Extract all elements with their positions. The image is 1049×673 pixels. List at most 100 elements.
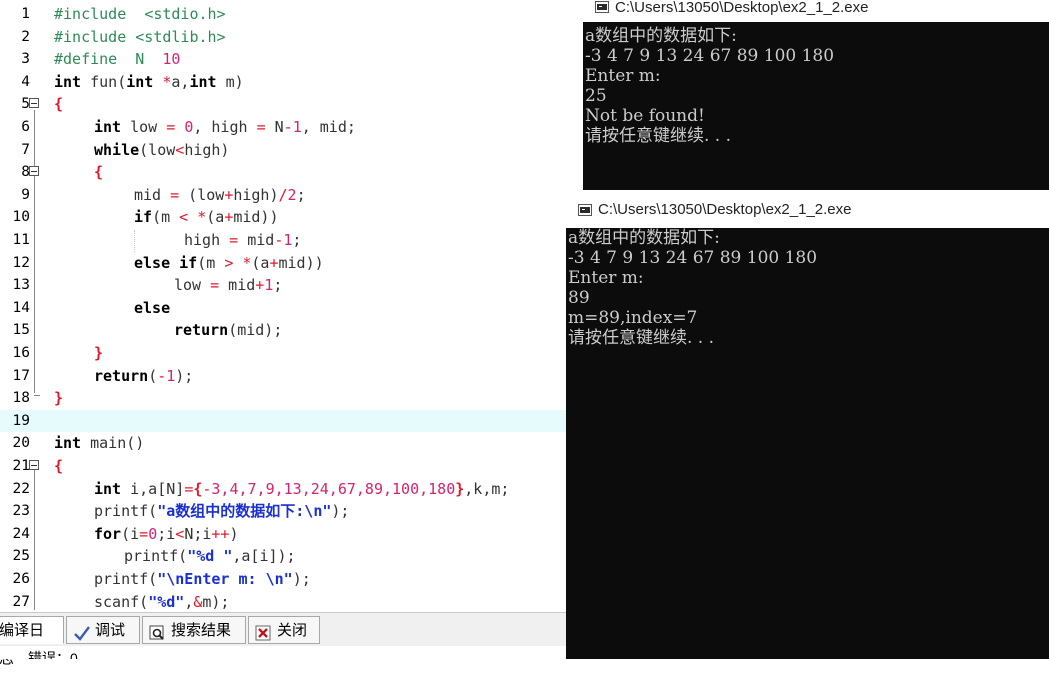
number-literal: 10	[162, 50, 181, 69]
console-line: -3 4 7 9 13 24 67 89 100 180	[585, 46, 835, 66]
operator: >	[224, 253, 234, 272]
identifier: N;i	[184, 524, 212, 543]
string-literal: "\nEnter m: \n"	[157, 570, 293, 588]
include-file: <stdlib.h>	[135, 27, 226, 46]
identifier: (i	[121, 524, 140, 543]
identifier: );	[175, 366, 194, 385]
keyword: int	[54, 72, 82, 91]
string-literal: "a数组中的数据如下:\n"	[157, 502, 332, 521]
identifier: mid	[238, 231, 275, 249]
keyword: return	[94, 366, 149, 385]
string-literal: "%d"	[148, 592, 185, 610]
identifier: printf(	[124, 547, 188, 566]
code-line-4: 4 int fun(int *a,int m)	[0, 71, 566, 94]
line-number: 26	[12, 571, 30, 587]
code-line-22: 22 int i,a[N]={-3,4,7,9,13,24,67,89,100,…	[0, 478, 566, 501]
include-file: <stdio.h>	[144, 5, 226, 23]
identifier: (low	[139, 140, 176, 159]
console-app-icon	[595, 1, 609, 13]
code-line-1: 1 #include <stdio.h>	[0, 3, 566, 26]
operator: +	[269, 253, 279, 272]
line-number: 25	[12, 548, 30, 565]
tab-label: 搜索结果	[171, 622, 232, 639]
identifier: printf(	[94, 502, 158, 521]
keyword: else	[134, 253, 171, 272]
code-line-9: 9 mid = (low+high)/2;	[0, 184, 566, 207]
line-number: 4	[21, 73, 30, 90]
operator: =	[166, 118, 176, 136]
identifier: , mid;	[301, 118, 356, 136]
console-titlebar[interactable]: C:\Users\13050\Desktop\ex2_1_2.exe	[583, 0, 1049, 22]
number-literal: 2	[287, 185, 297, 204]
identifier: ;	[296, 185, 306, 204]
console-titlebar[interactable]: C:\Users\13050\Desktop\ex2_1_2.exe	[566, 194, 1049, 228]
operator: *	[153, 72, 172, 91]
identifier: (mid);	[228, 321, 283, 340]
output-panel-tabs: 编译日志 调试 搜索结果 关闭	[0, 612, 566, 667]
code-line-23: 23 printf("a数组中的数据如下:\n");	[0, 500, 566, 523]
error-status: 错误：0	[0, 646, 566, 659]
line-number: 23	[12, 503, 30, 520]
code-line-13: 13 low = mid+1;	[0, 274, 566, 297]
line-number: 1	[21, 6, 30, 22]
operator: =	[184, 479, 194, 498]
keyword: return	[174, 321, 229, 340]
line-number: 13	[12, 277, 30, 294]
fold-collapse-icon[interactable]	[29, 460, 39, 470]
code-line-12: 12 else if(m > *(a+mid))	[0, 252, 566, 275]
line-number: 10	[12, 209, 30, 226]
operator: /	[278, 185, 288, 204]
line-number: 8	[21, 164, 30, 181]
number-literal: 1	[166, 366, 176, 385]
operator: -	[274, 231, 284, 249]
identifier: (	[148, 366, 158, 385]
identifier: scanf(	[94, 592, 149, 610]
console-window-2[interactable]: C:\Users\13050\Desktop\ex2_1_2.exe a数组中的…	[566, 194, 1049, 659]
close-icon	[255, 623, 273, 641]
tab-compile-log[interactable]: 编译日志	[0, 616, 64, 667]
tab-debug[interactable]: 调试	[66, 616, 140, 644]
code-line-19-current[interactable]: 19	[0, 409, 566, 433]
keyword: if	[179, 253, 198, 272]
line-number: 24	[12, 525, 30, 542]
operator: +	[224, 208, 234, 227]
operator: =	[210, 276, 220, 295]
identifier: , high	[193, 118, 257, 136]
tab-search-results[interactable]: 搜索结果	[142, 616, 246, 644]
code-line-27: 27 scanf("%d",&m);	[0, 591, 566, 610]
operator: =	[229, 231, 239, 249]
operator: +	[255, 276, 265, 295]
line-number: 6	[21, 119, 30, 135]
code-line-6: 6 int low = 0, high = N-1, mid;	[0, 116, 566, 139]
number-literal: 0	[184, 118, 194, 136]
brace: {	[54, 457, 64, 475]
code-line-20: 20 int main()	[0, 432, 566, 455]
preprocessor: #define N	[54, 50, 163, 69]
window-title: C:\Users\13050\Desktop\ex2_1_2.exe	[598, 201, 852, 218]
code-line-7: 7 while(low<high)	[0, 139, 566, 162]
line-number: 17	[12, 367, 30, 384]
keyword: else	[134, 298, 171, 317]
operator: =	[256, 118, 266, 136]
fold-collapse-icon[interactable]	[29, 98, 39, 109]
console-line: m=89,index=7	[568, 308, 698, 328]
console-output: a数组中的数据如下: -3 4 7 9 13 24 67 89 100 180 …	[583, 26, 1049, 190]
code-line-18: 18 }	[0, 387, 566, 410]
brace: }	[54, 389, 64, 408]
preprocessor: #include	[54, 5, 145, 23]
tab-close[interactable]: 关闭	[248, 616, 320, 644]
identifier: high)	[233, 185, 279, 204]
identifier: )	[229, 524, 239, 543]
line-number: 2	[21, 28, 30, 45]
console-line: 25	[585, 86, 607, 106]
code-editor[interactable]: 1 #include <stdio.h> 2 #include <stdlib.…	[0, 0, 566, 610]
operator: =	[170, 185, 180, 204]
string-literal: "%d "	[187, 547, 233, 566]
brace: {	[94, 163, 104, 182]
keyword: for	[94, 524, 122, 543]
console-window-1[interactable]: C:\Users\13050\Desktop\ex2_1_2.exe a数组中的…	[583, 0, 1049, 190]
code-line-25: 25 printf("%d ",a[i]);	[0, 545, 566, 568]
fold-collapse-icon[interactable]	[29, 166, 39, 177]
line-number: 5	[21, 96, 30, 113]
